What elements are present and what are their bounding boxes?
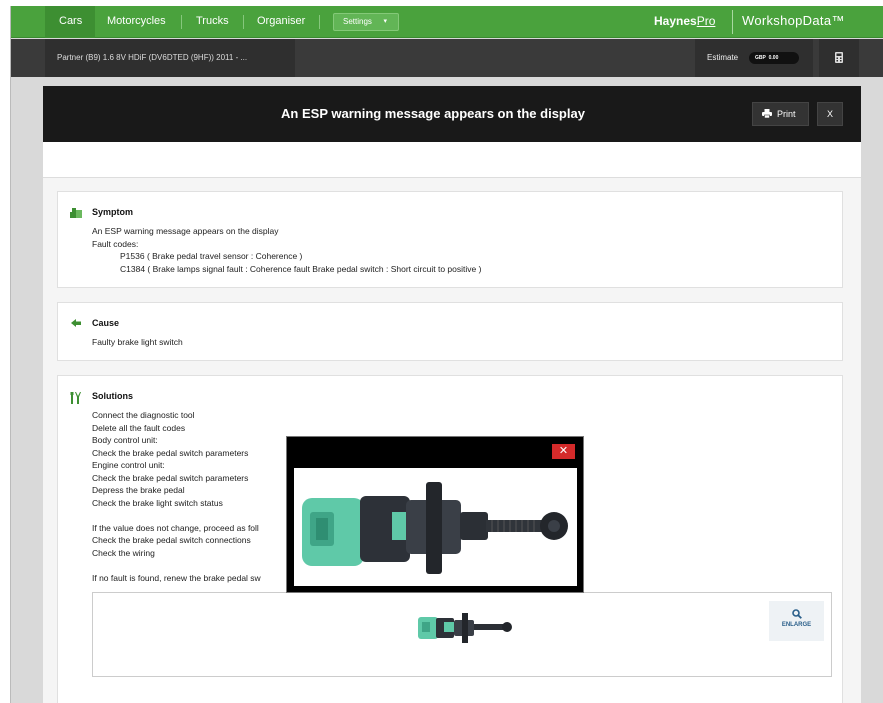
nav-divider: [181, 15, 182, 29]
symptom-line: Fault codes:: [92, 238, 139, 249]
nav-cars[interactable]: Cars: [45, 6, 95, 38]
app-frame: Cars Motorcycles Trucks Organiser Settin…: [10, 6, 883, 703]
nav-divider: [243, 15, 244, 29]
solution-step: Delete all the fault codes: [92, 422, 186, 433]
print-button[interactable]: Print: [752, 102, 809, 126]
chevron-down-icon: ▾: [383, 18, 387, 25]
solutions-body: Connect the diagnostic tool Delete all t…: [92, 409, 261, 584]
solution-step: Depress the brake pedal: [92, 485, 185, 495]
nav-motorcycles[interactable]: Motorcycles: [107, 6, 166, 38]
vehicle-selector[interactable]: Partner (B9) 1.6 8V HDiF (DV6DTED (9HF))…: [45, 39, 295, 77]
currency-code: GBP: [755, 55, 766, 61]
estimate-label: Estimate: [707, 53, 739, 62]
enlarge-label: ENLARGE: [781, 622, 812, 628]
fault-code: C1384 ( Brake lamps signal fault : Coher…: [120, 263, 482, 274]
cause-card: Cause Faulty brake light switch: [57, 302, 843, 361]
enlarge-button[interactable]: ENLARGE: [769, 601, 824, 641]
cause-text: Faulty brake light switch: [92, 337, 183, 347]
popup-close-button[interactable]: ✕: [552, 444, 575, 459]
brake-switch-thumbnail[interactable]: [418, 611, 514, 645]
estimate-button[interactable]: Estimate GBP 0.00: [695, 39, 813, 77]
calculator-button[interactable]: [819, 39, 859, 77]
nav-divider: [319, 15, 320, 29]
fault-code: P1536 ( Brake pedal travel sensor : Cohe…: [120, 251, 303, 261]
printer-icon: [762, 109, 772, 119]
panel-toolbar: [43, 142, 861, 178]
image-popup: ✕: [286, 436, 584, 593]
solutions-title: Solutions: [92, 391, 133, 401]
vehicle-bar: Partner (B9) 1.6 8V HDiF (DV6DTED (9HF))…: [11, 39, 883, 77]
page-title: An ESP warning message appears on the di…: [281, 106, 585, 121]
panel-header: An ESP warning message appears on the di…: [43, 86, 861, 142]
calculator-icon: [835, 52, 843, 63]
symptom-body: An ESP warning message appears on the di…: [92, 225, 481, 275]
popup-image-frame: [294, 468, 577, 586]
solution-step: Check the brake pedal switch parameters: [92, 447, 249, 458]
symptom-icon: [70, 208, 82, 221]
settings-dropdown[interactable]: Settings ▾: [333, 13, 399, 31]
top-nav: Cars Motorcycles Trucks Organiser Settin…: [11, 6, 883, 38]
estimate-total-badge: GBP 0.00: [749, 52, 799, 64]
haynespro-logo: HaynesPro: [654, 14, 715, 28]
solution-step: Check the brake light switch status: [92, 497, 223, 508]
brake-switch-image: [302, 482, 568, 574]
solution-step: Check the brake pedal switch parameters: [92, 472, 249, 483]
brand-name: Haynes: [654, 14, 697, 28]
nav-trucks[interactable]: Trucks: [196, 6, 229, 38]
close-button[interactable]: X: [817, 102, 843, 126]
fault-detail-panel: An ESP warning message appears on the di…: [43, 86, 861, 703]
solution-step: Check the brake pedal switch connections: [92, 535, 251, 545]
solution-step: Engine control unit:: [92, 460, 165, 470]
cause-arrow-icon: [70, 319, 82, 332]
solution-step: Connect the diagnostic tool: [92, 410, 195, 420]
symptom-card: Symptom An ESP warning message appears o…: [57, 191, 843, 288]
solution-step: Check the wiring: [92, 547, 155, 558]
cause-title: Cause: [92, 318, 120, 328]
symptom-title: Symptom: [92, 207, 134, 217]
print-label: Print: [777, 109, 796, 119]
magnifier-icon: [769, 609, 824, 622]
part-image-box: ENLARGE: [92, 592, 832, 677]
settings-label: Settings: [343, 17, 372, 26]
tools-icon: [70, 392, 82, 407]
cause-body: Faulty brake light switch: [92, 336, 183, 349]
solution-step: If no fault is found, renew the brake pe…: [92, 572, 261, 583]
symptom-line: An ESP warning message appears on the di…: [92, 226, 279, 236]
estimate-amount: 0.00: [768, 55, 779, 61]
brand-pro: Pro: [696, 14, 716, 28]
solution-step: Body control unit:: [92, 435, 158, 445]
workshopdata-logo: WorkshopData™: [742, 13, 845, 28]
nav-organiser[interactable]: Organiser: [257, 6, 305, 38]
solution-step: If the value does not change, proceed as…: [92, 522, 259, 533]
brand-divider: [732, 10, 733, 34]
